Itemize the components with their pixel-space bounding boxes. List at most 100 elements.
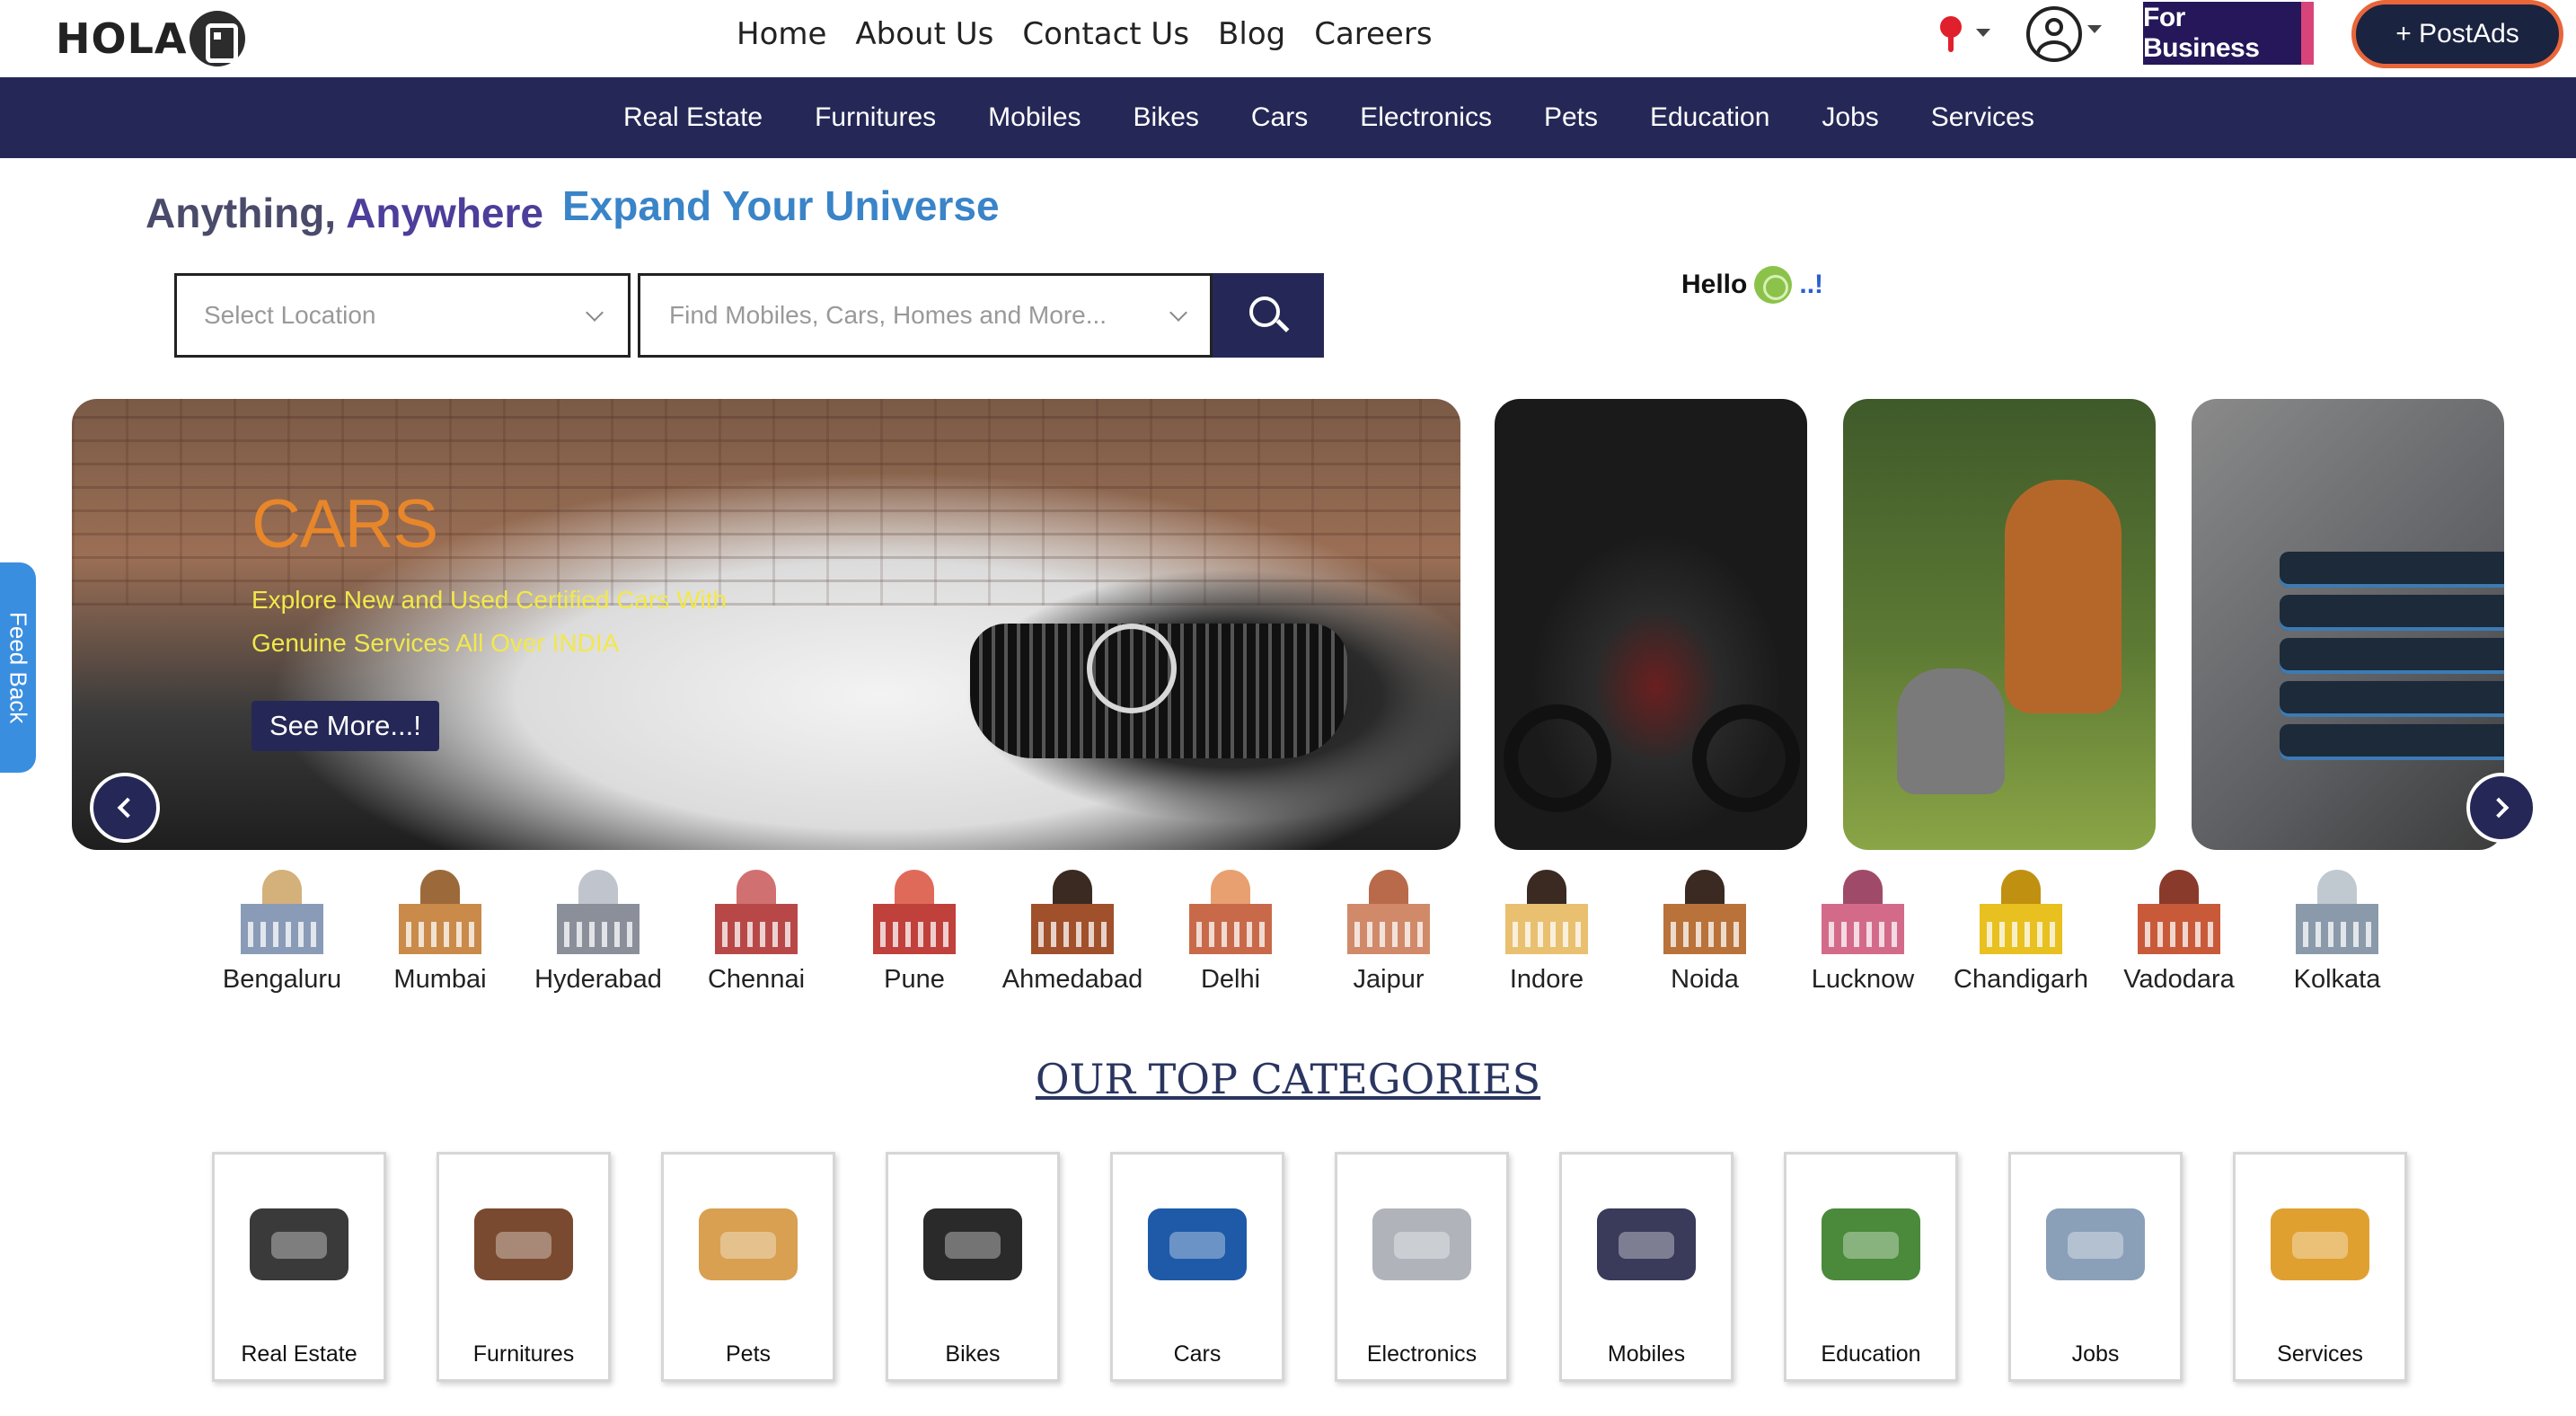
city-item-pune[interactable]: Pune [835,864,993,995]
category-card-education[interactable]: Education [1784,1152,1958,1382]
main-nav: Home About Us Contact Us Blog Careers [737,14,1461,54]
ahmedabad-landmark-icon [1026,864,1119,954]
noida-landmark-icon [1658,864,1751,954]
search-button[interactable] [1213,273,1324,358]
city-label: Vadodara [2123,965,2235,994]
category-card-label: Real Estate [241,1341,357,1367]
category-card-services[interactable]: Services [2233,1152,2407,1382]
category-card-cars[interactable]: Cars [1110,1152,1284,1382]
city-item-lucknow[interactable]: Lucknow [1784,864,1942,995]
hero-title: CARS [251,486,438,562]
city-item-delhi[interactable]: Delhi [1151,864,1310,995]
city-label: Indore [1509,965,1584,994]
nav-blog[interactable]: Blog [1218,14,1285,54]
kolkata-landmark-icon [2290,864,2384,954]
category-card-bikes[interactable]: Bikes [886,1152,1060,1382]
city-item-hyderabad[interactable]: Hyderabad [519,864,677,995]
catbar-bikes[interactable]: Bikes [1134,102,1199,133]
top-categories-title: OUR TOP CATEGORIES [1035,1055,1541,1103]
books-icon [1804,1181,1938,1307]
category-card-furnitures[interactable]: Furnitures [437,1152,611,1382]
hyderabad-landmark-icon [551,864,645,954]
for-business-button[interactable]: For Business [2143,2,2314,65]
category-card-label: Electronics [1366,1341,1478,1367]
category-card-label: Cars [1173,1341,1222,1367]
catbar-electronics[interactable]: Electronics [1360,102,1492,133]
mumbai-landmark-icon [393,864,487,954]
category-card-label: Education [1821,1341,1921,1367]
city-item-chennai[interactable]: Chennai [677,864,835,995]
nav-careers[interactable]: Careers [1314,14,1432,54]
category-card-label: Pets [725,1341,772,1367]
category-bar: Real Estate Furnitures Mobiles Bikes Car… [0,77,2576,158]
city-item-jaipur[interactable]: Jaipur [1310,864,1468,995]
greeting: Hello ..! [1681,266,1823,304]
hero-slide-cars[interactable]: CARS Explore New and Used Certified Cars… [72,399,1460,850]
city-item-noida[interactable]: Noida [1626,864,1784,995]
catbar-jobs[interactable]: Jobs [1822,102,1878,133]
user-account-icon[interactable] [2026,6,2082,62]
city-item-kolkata[interactable]: Kolkata [2258,864,2416,995]
nav-contact-us[interactable]: Contact Us [1022,14,1189,54]
chandigarh-landmark-icon [1974,864,2068,954]
catbar-furnitures[interactable]: Furnitures [815,102,936,133]
motorbike-icon [905,1181,1040,1307]
catbar-education[interactable]: Education [1650,102,1769,133]
service-worker-icon [2253,1181,2387,1307]
search-input[interactable]: Find Mobiles, Cars, Homes and More... [638,273,1213,358]
catbar-mobiles[interactable]: Mobiles [988,102,1081,133]
cat-image [1897,668,2005,794]
carousel-prev-button[interactable] [90,773,160,843]
chennai-landmark-icon [710,864,803,954]
city-item-ahmedabad[interactable]: Ahmedabad [993,864,1151,995]
top-header: HOLA Home About Us Contact Us Blog Caree… [0,0,2576,77]
tagline-right: Expand Your Universe [562,182,1000,229]
brand-logo[interactable]: HOLA [56,5,245,72]
account-dropdown-caret-icon[interactable] [2087,25,2102,33]
city-label: Lucknow [1811,965,1915,994]
city-item-chandigarh[interactable]: Chandigarh [1942,864,2100,995]
city-label: Chandigarh [1954,965,2088,994]
post-ads-button[interactable]: + PostAds [2351,0,2563,68]
category-card-mobiles[interactable]: Mobiles [1559,1152,1734,1382]
jobs-magnifier-icon [2028,1181,2163,1307]
hero-card-pets[interactable] [1843,399,2156,850]
catbar-services[interactable]: Services [1931,102,2034,133]
nav-about-us[interactable]: About Us [855,14,993,54]
city-label: Delhi [1200,965,1261,994]
nav-home[interactable]: Home [737,14,826,54]
location-dropdown-caret-icon[interactable] [1976,29,1990,37]
chevron-right-icon [2488,797,2510,819]
hero-card-mobiles[interactable] [2192,399,2504,850]
chevron-left-icon [117,797,138,819]
city-label: Kolkata [2293,965,2381,994]
location-select[interactable]: Select Location [174,273,631,358]
top-categories-row: Real Estate Furnitures Pets Bikes Cars Electr… [212,1152,2457,1382]
city-item-mumbai[interactable]: Mumbai [361,864,519,995]
hero-card-bike[interactable] [1495,399,1807,850]
city-label: Mumbai [393,965,487,994]
greeting-text: Hello [1681,270,1748,299]
category-card-jobs[interactable]: Jobs [2008,1152,2183,1382]
city-item-indore[interactable]: Indore [1468,864,1626,995]
category-card-label: Bikes [945,1341,1001,1367]
jaipur-landmark-icon [1342,864,1435,954]
location-pin-icon[interactable] [1940,16,1962,52]
category-card-pets[interactable]: Pets [661,1152,835,1382]
category-card-electronics[interactable]: Electronics [1335,1152,1509,1382]
catbar-cars[interactable]: Cars [1251,102,1308,133]
feedback-tab[interactable]: Feed Back [0,562,36,773]
tagline-anywhere: Anywhere [346,190,544,236]
category-card-real-estate[interactable]: Real Estate [212,1152,386,1382]
city-item-vadodara[interactable]: Vadodara [2100,864,2258,995]
see-more-button[interactable]: See More...! [251,701,439,751]
city-item-bengaluru[interactable]: Bengaluru [203,864,361,995]
catbar-pets[interactable]: Pets [1544,102,1598,133]
catbar-real-estate[interactable]: Real Estate [623,102,763,133]
carousel-next-button[interactable] [2466,773,2536,843]
city-label: Jaipur [1353,965,1425,994]
waving-hand-icon [1754,266,1793,304]
delhi-landmark-icon [1184,864,1277,954]
pune-landmark-icon [868,864,961,954]
appliances-icon [1354,1181,1489,1307]
